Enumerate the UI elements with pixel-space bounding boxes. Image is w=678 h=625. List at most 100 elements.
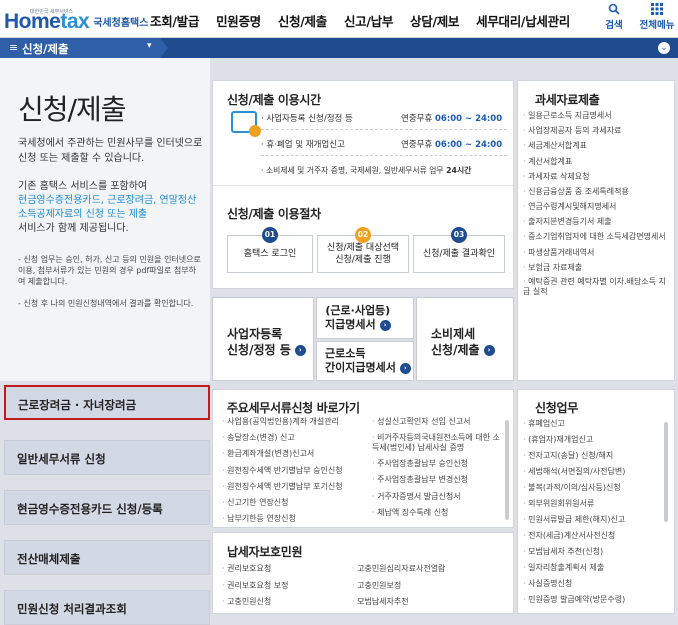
search-button[interactable]: 검색 — [596, 3, 632, 31]
list-item[interactable]: 세법해석(서면질의/사전답변) — [523, 464, 673, 480]
simple-statement-button[interactable]: 근로소득 간이지급명세서 › — [316, 341, 414, 381]
list-item[interactable]: 전자고지(송달) 신청/해지 — [523, 448, 673, 464]
arrow-right-icon: › — [399, 362, 411, 374]
menu-bar: ≡ 신청/제출 ▾ ⌄ — [0, 38, 678, 58]
tax-material-list: 일용근로소득 지급명세서 사업장제공자 등의 과세자료 세금계산서합계표 계산서… — [523, 108, 673, 297]
list-item[interactable]: 사업용(공익법인용)계좌 개설관리 — [222, 414, 343, 430]
current-menu-dropdown[interactable]: ≡ 신청/제출 ▾ — [0, 38, 168, 58]
side-item-general-docs[interactable]: 일반세무서류 신청 — [4, 440, 210, 475]
list-item[interactable]: 불복(과적/이의/심사등)신청 — [523, 480, 673, 496]
list-item[interactable]: 고충민원신청 — [222, 594, 289, 611]
intro-description: 국세청에서 주관하는 민원사무를 인터넷으로 신청 또는 제출할 수 있습니다. — [18, 138, 203, 164]
logo-tagline: 대한민국 세무서비스 — [30, 9, 73, 15]
list-item[interactable]: 거주자증명서 발급신청서 — [372, 489, 502, 505]
caret-down-icon: ▾ — [147, 41, 152, 51]
list-item[interactable]: 고충민원심리자료사전열람 — [352, 561, 445, 578]
business-title: 신청업무 — [535, 401, 578, 415]
list-item[interactable]: 세금계산서합계표 — [523, 138, 673, 153]
list-item[interactable]: 휴폐업신고 — [523, 416, 673, 432]
list-item[interactable]: 사업장제공자 등의 과세자료 — [523, 123, 673, 138]
nav-item-report[interactable]: 신고/납부 — [344, 11, 393, 30]
major-docs-list-right: 성실신고확인자 선임 신고서 비거주자등의국내원천소득에 대한 소득세(법인세)… — [372, 414, 502, 521]
nav-item-certificate[interactable]: 민원증명 — [216, 11, 261, 30]
side-item-incentive[interactable]: 근로장려금 · 자녀장려금 — [4, 385, 210, 420]
procedure-title: 신청/제출 이용절차 — [227, 207, 321, 221]
list-item[interactable]: 체납액 징수특례 신청 — [372, 505, 502, 521]
hours-row: · 휴·폐업 및 재개업신고 연중무휴 06:00 ~ 24:00 — [261, 140, 503, 150]
procedure-step-3: 03 신청/제출 결과확인 — [413, 227, 505, 273]
nav-item-inquiry[interactable]: 조회/발급 — [150, 11, 199, 30]
list-item[interactable]: 권리보호요청 보정 — [222, 578, 288, 595]
protection-title: 납세자보호민원 — [227, 545, 303, 559]
list-item[interactable]: 계산서합계표 — [523, 154, 673, 169]
arrow-right-icon: › — [379, 319, 391, 331]
biz-registration-button[interactable]: 사업자등록 신청/정정 등 › — [212, 297, 314, 381]
business-list: 휴폐업신고 (휴업자)재개업신고 전자고지(송달) 신청/해지 세법해석(서면질… — [523, 416, 673, 608]
list-item[interactable]: (휴업자)재개업신고 — [523, 432, 673, 448]
list-item[interactable]: 민원증명 발급예약(방문수령) — [523, 592, 673, 608]
scrollbar[interactable] — [505, 420, 509, 520]
grid-icon — [636, 3, 678, 17]
list-item[interactable]: 과세자료 삭제요청 — [523, 169, 673, 184]
list-item[interactable]: 파생상품거래내역서 — [523, 245, 673, 260]
all-menu-label: 전체메뉴 — [639, 20, 675, 31]
list-item[interactable]: 신고기한 연장신청 — [222, 495, 343, 511]
side-item-cash-receipt-card[interactable]: 현금영수증전용카드 신청/등록 — [4, 490, 210, 525]
list-item[interactable]: 민원서류발급 제한(해지)신고 — [523, 512, 673, 528]
page-title: 신청/제출 — [18, 93, 126, 126]
list-item[interactable]: 환급계좌개설(변경)신고서 — [222, 446, 343, 462]
hometax-logo[interactable]: 대한민국 세무서비스 Hometax 국세청홈택스 — [4, 7, 148, 33]
list-item[interactable]: 모범납세자추천 — [352, 594, 445, 611]
payment-statement-button[interactable]: (근로·사업등) 지급명세서 › — [316, 297, 414, 339]
chevron-down-icon[interactable]: ⌄ — [658, 42, 670, 54]
list-item[interactable]: 출자지분변경등기서 제출 — [523, 214, 673, 229]
list-item[interactable]: 비거주자등의국내원천소득에 대한 소득세(법인세) 납세사실 증명 — [372, 433, 502, 453]
list-item[interactable]: 고충민원보정 — [352, 578, 445, 595]
intro-note-1: - 신청 업무는 승인, 허가, 신고 등의 민원을 인터넷으로 이용, 첨부서… — [18, 255, 201, 286]
global-nav: 조회/발급 민원증명 신청/제출 신고/납부 상담/제보 세무대리/납세관리 — [150, 11, 587, 30]
list-item[interactable]: 원천징수세액 반기별납부 포기신청 — [222, 479, 343, 495]
intro-services: 기존 홈택스 서비스를 포함하여 현금영수증전용카드, 근로장려금, 연말정산소… — [18, 181, 197, 234]
list-item[interactable]: 외부위원회위원서류 — [523, 496, 673, 512]
list-item[interactable]: 연금수령계시및해지명세서 — [523, 199, 673, 214]
hours-title: 신청/제출 이용시간 — [227, 93, 321, 107]
header: 대한민국 세무서비스 Hometax 국세청홈택스 조회/발급 민원증명 신청/… — [0, 0, 678, 38]
list-item[interactable]: 전자(세금)계산서사전신청 — [523, 528, 673, 544]
current-menu-label: 신청/제출 — [22, 42, 69, 56]
divider — [261, 129, 507, 130]
search-label: 검색 — [605, 20, 623, 31]
tax-material-title: 과세자료제출 — [535, 93, 600, 107]
list-item[interactable]: 권리보호요청 — [222, 561, 289, 578]
nav-item-consult[interactable]: 상담/제보 — [410, 11, 459, 30]
arrow-right-icon: › — [483, 345, 495, 356]
protection-list-right: 고충민원심리자료사전열람 고충민원보정 모범납세자추천 — [352, 561, 445, 611]
list-item[interactable]: 일자리창출계획서 제출 — [523, 560, 673, 576]
consumption-tax-button[interactable]: 소비제세 신청/제출 › — [416, 297, 514, 381]
list-item[interactable]: 납부기한등 연장신청 — [222, 511, 343, 527]
list-item[interactable]: 모범납세자 추천(신청) — [523, 544, 673, 560]
nav-item-agent[interactable]: 세무대리/납세관리 — [476, 11, 570, 30]
divider — [213, 185, 513, 186]
side-item-media-submit[interactable]: 전산매체제출 — [4, 540, 210, 575]
divider — [261, 155, 507, 156]
list-item[interactable]: 중소기업취업자에 대한 소득세감면명세서 — [523, 232, 673, 242]
all-menu-button[interactable]: 전체메뉴 — [636, 3, 678, 31]
hours-row: · 사업자등록 신청/정정 등 연중무휴 06:00 ~ 24:00 — [261, 114, 503, 124]
list-item[interactable]: 사실증명신청 — [523, 576, 673, 592]
procedure-step-2: 02 신청/제출 대상선택 신청/제출 진행 — [317, 227, 409, 273]
intro-note-2: - 신청 후 나의 민원신청내역에서 결과를 확인합니다. — [18, 299, 194, 308]
list-item[interactable]: 원천징수세액 반기별납부 승인신청 — [222, 463, 343, 479]
list-item[interactable]: 보험금 자료제출 — [523, 260, 673, 275]
list-item[interactable]: 주사업장총괄납부 승인신청 — [372, 456, 502, 472]
list-item[interactable]: 일용근로소득 지급명세서 — [523, 108, 673, 123]
list-item[interactable]: 성실신고확인자 선임 신고서 — [372, 414, 502, 430]
list-item[interactable]: 주사업장총괄납부 변경신청 — [372, 472, 502, 488]
intro-panel: 신청/제출 국세청에서 주관하는 민원사무를 인터넷으로 신청 또는 제출할 수… — [0, 58, 210, 381]
list-item[interactable]: 신용금융상품 중 조세특례적용 — [523, 184, 673, 199]
list-item[interactable]: 송달장소(변경) 신고 — [222, 430, 343, 446]
hours-procedure-card: 신청/제출 이용시간 · 사업자등록 신청/정정 등 연중무휴 06:00 ~ 2… — [212, 80, 514, 289]
side-item-result-inquiry[interactable]: 민원신청 처리결과조회 — [4, 590, 210, 625]
list-item[interactable]: 예탁증권 관련 예탁자별 이자.배당소득 지급 실적 — [523, 277, 673, 297]
nav-item-apply[interactable]: 신청/제출 — [278, 11, 327, 30]
search-icon — [596, 3, 632, 17]
